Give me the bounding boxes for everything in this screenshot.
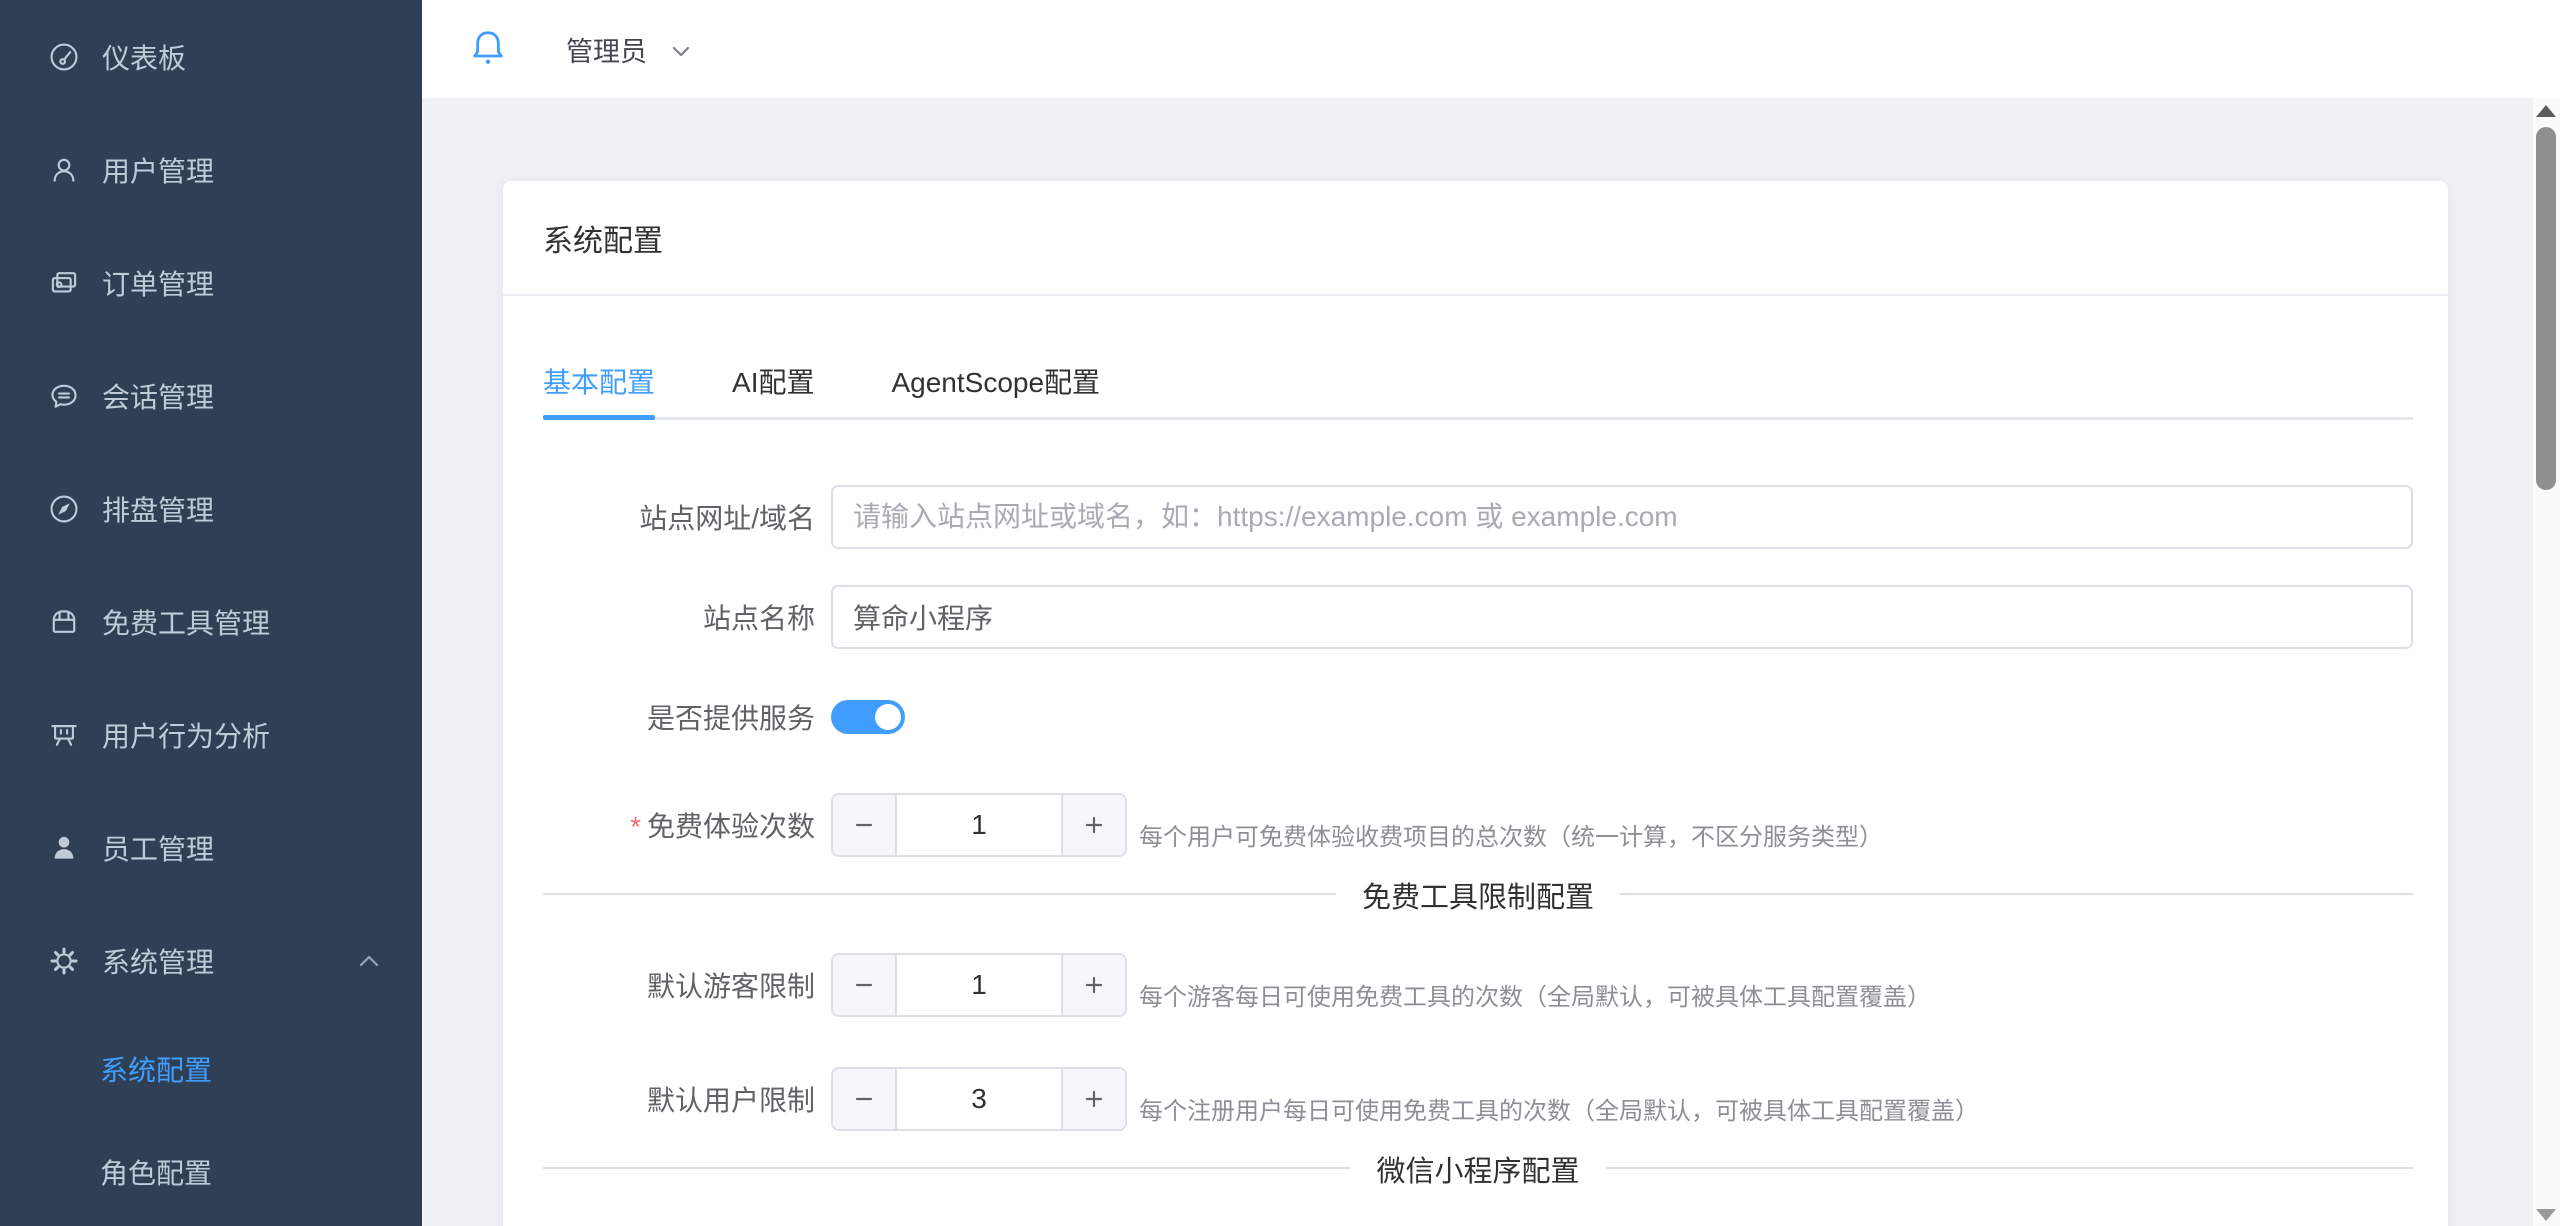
site-name-input[interactable] xyxy=(831,585,2413,649)
field-hint: 每个注册用户每日可使用免费工具的次数（全局默认，可被具体工具配置覆盖） xyxy=(1139,1091,1979,1126)
sidebar-item-orders[interactable]: 订单管理 xyxy=(0,226,422,339)
tab-bar: 基本配置 AI配置 AgentScope配置 xyxy=(543,345,2413,420)
scroll-down-arrow-icon[interactable] xyxy=(2536,1209,2556,1221)
toggle-knob xyxy=(875,704,901,730)
sidebar-item-behavior-analytics[interactable]: 用户行为分析 xyxy=(0,678,422,791)
tab-agentscope-config[interactable]: AgentScope配置 xyxy=(891,345,1100,417)
user-icon xyxy=(48,154,80,186)
notifications-button[interactable] xyxy=(468,24,508,74)
sidebar-item-label: 会话管理 xyxy=(102,376,214,416)
main-content: 系统配置 基本配置 AI配置 AgentScope配置 站点网址/域名 xyxy=(422,98,2533,1226)
decrease-button[interactable] xyxy=(833,1069,897,1129)
section-title: 免费工具限制配置 xyxy=(1336,874,1620,916)
dashboard-icon xyxy=(48,41,80,73)
guest-limit-value[interactable] xyxy=(897,955,1061,1015)
sidebar-item-label: 订单管理 xyxy=(102,263,214,303)
sidebar-subitem-system-config[interactable]: 系统配置 xyxy=(0,1017,422,1120)
user-limit-stepper xyxy=(831,1067,1127,1131)
form-row-user-limit: 默认用户限制 每个注册用户每日可使用免费工具的次数（全局默认，可被具体工具配置覆… xyxy=(543,1067,2413,1131)
sidebar-item-staff[interactable]: 员工管理 xyxy=(0,791,422,904)
toolbox-icon xyxy=(48,606,80,638)
field-hint: 每个用户可免费体验收费项目的总次数（统一计算，不区分服务类型） xyxy=(1139,817,1883,852)
user-menu[interactable]: 管理员 xyxy=(566,30,695,69)
user-menu-label: 管理员 xyxy=(566,30,647,69)
form-row-site-name: 站点名称 xyxy=(543,585,2413,649)
form-row-site-url: 站点网址/域名 xyxy=(543,485,2413,549)
site-url-label: 站点网址/域名 xyxy=(543,497,831,537)
sidebar-subitem-role-config[interactable]: 角色配置 xyxy=(0,1120,422,1223)
card-body: 基本配置 AI配置 AgentScope配置 站点网址/域名 站点名称 xyxy=(503,345,2448,1169)
site-url-input[interactable] xyxy=(831,485,2413,549)
sidebar-item-dashboard[interactable]: 仪表板 xyxy=(0,0,422,113)
increase-button[interactable] xyxy=(1061,1069,1125,1129)
increase-button[interactable] xyxy=(1061,795,1125,855)
chevron-down-icon xyxy=(667,37,695,65)
form-row-free-trials: *免费体验次数 每个用户可免费体验收费项目的总次数（统一计算，不区分服务类型） xyxy=(543,793,2413,857)
section-title: 微信小程序配置 xyxy=(1350,1148,1605,1190)
plus-icon xyxy=(1081,1086,1107,1112)
guest-limit-label: 默认游客限制 xyxy=(543,965,831,1005)
required-mark: * xyxy=(630,811,641,842)
bell-icon xyxy=(468,24,508,74)
page-title: 系统配置 xyxy=(543,216,663,260)
minus-icon xyxy=(851,812,877,838)
decrease-button[interactable] xyxy=(833,795,897,855)
sidebar-item-label: 用户行为分析 xyxy=(102,715,270,755)
vertical-scrollbar[interactable] xyxy=(2533,98,2560,1226)
sidebar-item-label: 系统管理 xyxy=(102,941,214,981)
tab-label: AI配置 xyxy=(732,361,814,401)
user-limit-value[interactable] xyxy=(897,1069,1061,1129)
employee-icon xyxy=(48,832,80,864)
sidebar-subitem-label: 系统配置 xyxy=(100,1049,212,1089)
field-hint: 每个游客每日可使用免费工具的次数（全局默认，可被具体工具配置覆盖） xyxy=(1139,977,1931,1012)
topbar: 管理员 xyxy=(422,0,2560,98)
free-trials-value[interactable] xyxy=(897,795,1061,855)
scroll-up-arrow-icon[interactable] xyxy=(2536,105,2556,117)
section-divider-wechat: 微信小程序配置 xyxy=(543,1167,2413,1169)
service-toggle[interactable] xyxy=(831,700,905,734)
tab-label: 基本配置 xyxy=(543,361,655,401)
sidebar-item-sessions[interactable]: 会话管理 xyxy=(0,339,422,452)
plus-icon xyxy=(1081,812,1107,838)
tab-ai-config[interactable]: AI配置 xyxy=(732,345,814,417)
minus-icon xyxy=(851,972,877,998)
decrease-button[interactable] xyxy=(833,955,897,1015)
card-header: 系统配置 xyxy=(503,181,2448,296)
sidebar-item-free-tools[interactable]: 免费工具管理 xyxy=(0,565,422,678)
plus-icon xyxy=(1081,972,1107,998)
minus-icon xyxy=(851,1086,877,1112)
orders-icon xyxy=(48,267,80,299)
sidebar: 仪表板 用户管理 订单管理 xyxy=(0,0,422,1226)
increase-button[interactable] xyxy=(1061,955,1125,1015)
sidebar-menu: 仪表板 用户管理 订单管理 xyxy=(0,0,422,1223)
form-row-guest-limit: 默认游客限制 每个游客每日可使用免费工具的次数（全局默认，可被具体工具配置覆盖） xyxy=(543,953,2413,1017)
gear-icon xyxy=(48,945,80,977)
sidebar-item-label: 员工管理 xyxy=(102,828,214,868)
sidebar-item-charts[interactable]: 排盘管理 xyxy=(0,452,422,565)
user-limit-label: 默认用户限制 xyxy=(543,1079,831,1119)
free-trials-stepper xyxy=(831,793,1127,857)
system-config-card: 系统配置 基本配置 AI配置 AgentScope配置 站点网址/域名 xyxy=(503,181,2448,1226)
section-divider-free-tools: 免费工具限制配置 xyxy=(543,893,2413,895)
scrollbar-thumb[interactable] xyxy=(2536,127,2556,490)
sidebar-item-label: 排盘管理 xyxy=(102,489,214,529)
sidebar-item-label: 用户管理 xyxy=(102,150,214,190)
tab-basic-config[interactable]: 基本配置 xyxy=(543,345,655,417)
sidebar-subitem-label: 角色配置 xyxy=(100,1152,212,1192)
service-switch-label: 是否提供服务 xyxy=(543,697,831,737)
sidebar-item-label: 免费工具管理 xyxy=(102,602,270,642)
chevron-up-icon xyxy=(356,948,382,974)
compass-icon xyxy=(48,493,80,525)
site-name-label: 站点名称 xyxy=(543,597,831,637)
chat-icon xyxy=(48,380,80,412)
sidebar-item-label: 仪表板 xyxy=(102,37,186,77)
sidebar-item-system[interactable]: 系统管理 xyxy=(0,904,422,1017)
sidebar-item-users[interactable]: 用户管理 xyxy=(0,113,422,226)
free-trials-label: *免费体验次数 xyxy=(543,805,831,845)
guest-limit-stepper xyxy=(831,953,1127,1017)
tab-label: AgentScope配置 xyxy=(891,361,1100,401)
basic-config-form: 站点网址/域名 站点名称 是否提供服务 *免费体验次数 xyxy=(543,420,2413,1169)
form-row-service-switch: 是否提供服务 xyxy=(543,685,2413,749)
analytics-board-icon xyxy=(48,719,80,751)
